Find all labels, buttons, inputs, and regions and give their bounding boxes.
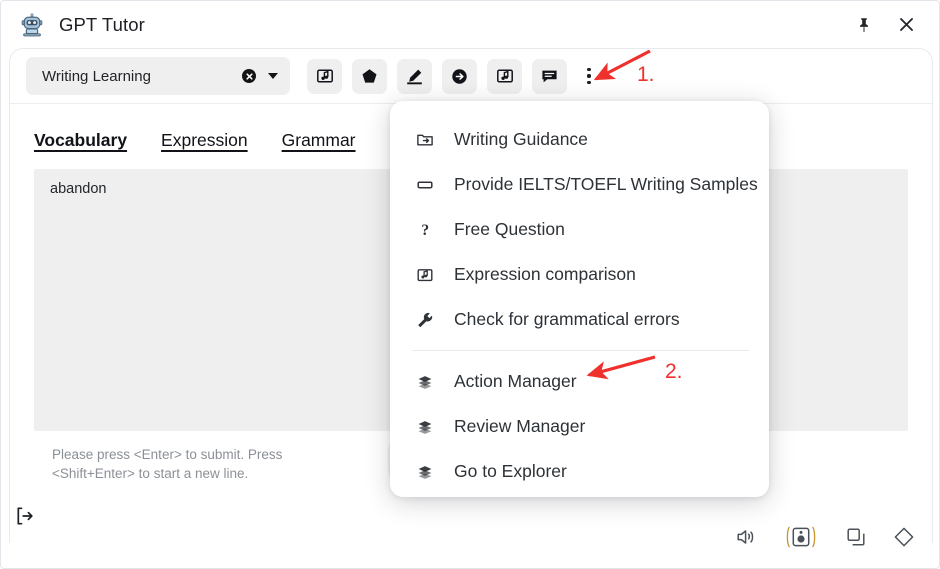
pin-icon[interactable] <box>847 8 881 42</box>
menu-item-expression-comparison[interactable]: Expression comparison <box>390 252 769 297</box>
submit-hint-line2: <Shift+Enter> to start a new line. <box>52 466 248 481</box>
layers-diamond-icon <box>416 418 438 436</box>
title-bar: GPT Tutor <box>1 1 940 48</box>
menu-item-check-grammatical-errors[interactable]: Check for grammatical errors <box>390 297 769 342</box>
note-frame-button-2[interactable] <box>487 59 522 94</box>
question-mark-icon: ? <box>416 221 438 239</box>
topic-select[interactable]: Writing Learning <box>26 57 290 95</box>
eraser-diamond-icon[interactable] <box>891 524 917 550</box>
menu-item-free-question[interactable]: ? Free Question <box>390 207 769 252</box>
toolbar: Writing Learning <box>10 49 932 104</box>
arrow-circle-button[interactable] <box>442 59 477 94</box>
menu-item-ielts-toefl-samples[interactable]: Provide IELTS/TOEFL Writing Samples <box>390 162 769 207</box>
kebab-menu-icon[interactable] <box>578 59 600 93</box>
gpt-tutor-window: GPT Tutor Writing Learning <box>0 0 940 569</box>
rectangle-icon <box>416 176 438 194</box>
note-frame-button[interactable] <box>307 59 342 94</box>
speaker-icon[interactable] <box>733 524 759 550</box>
clear-circle-icon[interactable] <box>242 69 256 83</box>
layers-diamond-icon <box>416 463 438 481</box>
copy-icon[interactable] <box>843 524 869 550</box>
menu-item-label: Check for grammatical errors <box>454 309 680 330</box>
annotation-label-1: 1. <box>637 63 655 87</box>
menu-item-review-manager[interactable]: Review Manager <box>390 404 769 449</box>
toolbar-icon-buttons <box>307 59 577 94</box>
tab-vocabulary[interactable]: Vocabulary <box>34 130 127 151</box>
pentagon-button[interactable] <box>352 59 387 94</box>
chevron-down-icon[interactable] <box>268 73 278 79</box>
menu-item-action-manager[interactable]: Action Manager <box>390 359 769 404</box>
app-title: GPT Tutor <box>59 14 145 36</box>
logout-row <box>10 501 40 531</box>
bottom-action-bar <box>733 524 917 550</box>
more-options-menu: Writing Guidance Provide IELTS/TOEFL Wri… <box>390 101 769 497</box>
menu-item-label: Action Manager <box>454 371 577 392</box>
menu-separator <box>412 350 749 351</box>
submit-hint-line1: Please press <Enter> to submit. Press <box>52 447 282 462</box>
folder-arrow-icon <box>416 131 438 149</box>
menu-item-label: Go to Explorer <box>454 461 567 482</box>
layers-diamond-icon <box>416 373 438 391</box>
topic-select-value: Writing Learning <box>42 68 242 85</box>
submit-hint: Please press <Enter> to submit. Press <S… <box>34 445 354 483</box>
pencil-edit-button[interactable] <box>397 59 432 94</box>
chat-button[interactable] <box>532 59 567 94</box>
tab-grammar[interactable]: Grammar <box>282 130 356 151</box>
wrench-icon <box>416 311 438 329</box>
menu-item-label: Provide IELTS/TOEFL Writing Samples <box>454 174 758 195</box>
menu-item-label: Expression comparison <box>454 264 636 285</box>
menu-item-label: Free Question <box>454 219 565 240</box>
framed-note-icon <box>416 266 438 284</box>
menu-item-label: Review Manager <box>454 416 585 437</box>
robot-head-icon <box>19 12 45 38</box>
svg-text:?: ? <box>421 222 429 239</box>
menu-item-writing-guidance[interactable]: Writing Guidance <box>390 117 769 162</box>
annotation-label-2: 2. <box>665 360 683 384</box>
exit-arrow-icon[interactable] <box>10 501 40 531</box>
menu-item-go-to-explorer[interactable]: Go to Explorer <box>390 449 769 494</box>
menu-item-label: Writing Guidance <box>454 129 588 150</box>
speaker-boxed-icon[interactable] <box>781 524 821 550</box>
tab-expression[interactable]: Expression <box>161 130 248 151</box>
close-icon[interactable] <box>889 8 923 42</box>
